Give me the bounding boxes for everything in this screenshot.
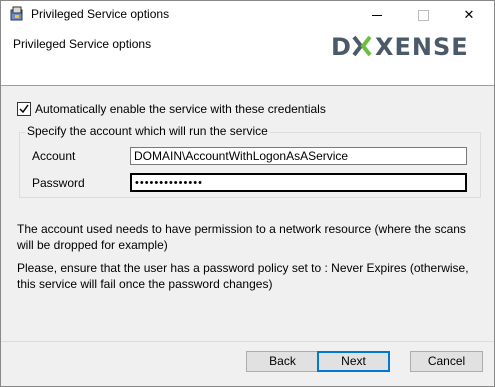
minimize-icon <box>372 15 382 17</box>
dialog-footer: Back Next Cancel <box>1 341 494 386</box>
installer-window: Privileged Service options ✕ Privileged … <box>0 0 495 387</box>
installer-app-icon <box>9 6 25 22</box>
cancel-button[interactable]: Cancel <box>410 351 483 372</box>
auto-enable-label: Automatically enable the service with th… <box>35 102 326 116</box>
doxense-logo: D XENSE <box>331 33 491 62</box>
minimize-button[interactable] <box>354 1 400 29</box>
account-input[interactable]: DOMAIN\AccountWithLogonAsAService <box>130 147 467 165</box>
account-group-legend: Specify the account which will run the s… <box>25 124 270 138</box>
auto-enable-row[interactable]: Automatically enable the service with th… <box>17 102 326 116</box>
checkmark-icon <box>19 104 29 114</box>
maximize-button <box>400 1 446 29</box>
permission-note: The account used needs to have permissio… <box>17 222 466 252</box>
svg-text:XENSE: XENSE <box>375 33 469 59</box>
next-button[interactable]: Next <box>317 351 390 372</box>
password-label: Password <box>32 176 85 190</box>
close-icon: ✕ <box>463 7 475 22</box>
svg-text:D: D <box>331 33 352 59</box>
account-label: Account <box>32 149 76 163</box>
auto-enable-checkbox[interactable] <box>17 102 31 116</box>
close-button[interactable]: ✕ <box>446 1 492 29</box>
password-input[interactable]: •••••••••••••• <box>130 173 467 192</box>
header-subtitle: Privileged Service options <box>13 37 152 51</box>
dialog-header: Privileged Service options D XENSE <box>1 29 494 86</box>
title-bar[interactable]: Privileged Service options ✕ <box>1 1 494 29</box>
back-button[interactable]: Back <box>246 351 319 372</box>
dialog-content: Automatically enable the service with th… <box>1 86 494 341</box>
maximize-icon <box>417 10 429 22</box>
password-policy-note: Please, ensure that the user has a passw… <box>17 261 469 291</box>
window-title: Privileged Service options <box>31 7 170 21</box>
